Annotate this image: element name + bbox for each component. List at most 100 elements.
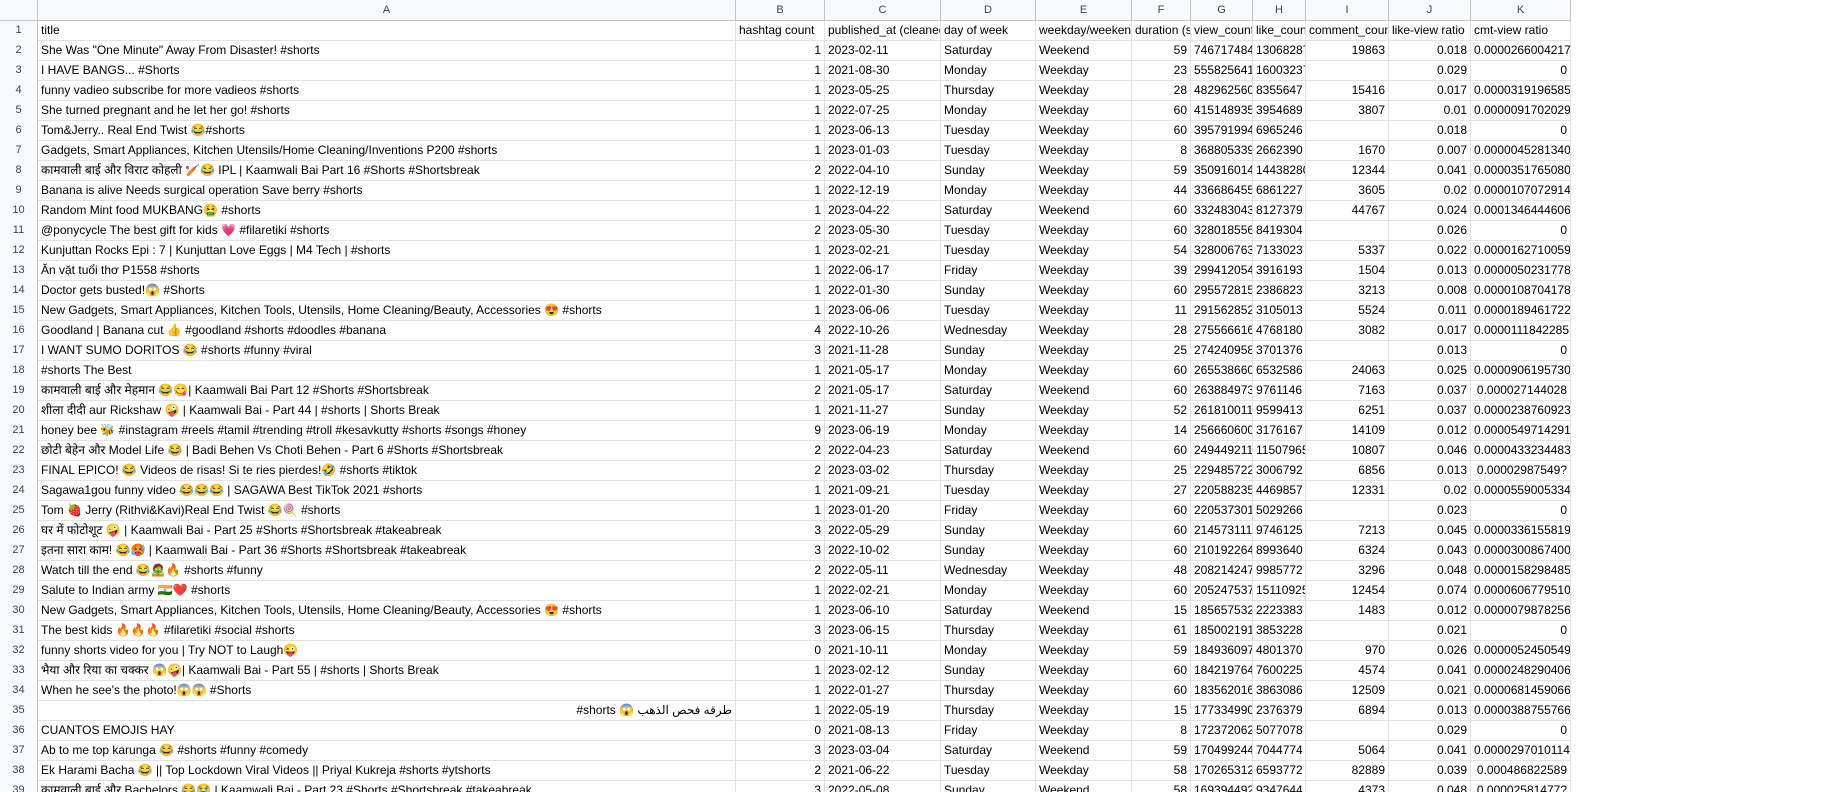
cell[interactable]: छोटी बेहेन और Model Life 😂 | Badi Behen … (38, 441, 736, 460)
cell[interactable]: Sagawa1gou funny video 😂😂😂 | SAGAWA Best… (38, 481, 736, 500)
cell[interactable]: 2376379 (1253, 701, 1306, 720)
column-header-k[interactable]: K (1471, 0, 1571, 20)
cell[interactable]: 24063 (1306, 361, 1389, 380)
cell[interactable]: 9761146 (1253, 381, 1306, 400)
cell[interactable]: 0.0000559005334? (1471, 481, 1571, 500)
cell[interactable]: Ek Harami Bacha 😂 || Top Lockdown Viral … (38, 761, 736, 780)
column-header-a[interactable]: A (38, 0, 736, 20)
cell[interactable]: 395791994 (1191, 121, 1253, 140)
column-header-i[interactable]: I (1306, 0, 1389, 20)
cell[interactable]: 0.01 (1389, 101, 1471, 120)
cell[interactable]: 15 (1132, 601, 1191, 620)
cell[interactable]: Weekday (1036, 521, 1132, 540)
cell[interactable]: 2021-10-11 (825, 641, 941, 660)
cell[interactable]: 3916193 (1253, 261, 1306, 280)
cell[interactable]: 12331 (1306, 481, 1389, 500)
cell[interactable]: 0 (1471, 721, 1571, 740)
cell[interactable]: 1 (736, 401, 825, 420)
cell[interactable]: 1 (736, 61, 825, 80)
cell[interactable]: 169394492 (1191, 781, 1253, 792)
cell[interactable]: 0 (1471, 121, 1571, 140)
cell[interactable]: 0.022 (1389, 241, 1471, 260)
cell[interactable]: Weekday (1036, 721, 1132, 740)
cell[interactable]: 220588235 (1191, 481, 1253, 500)
row-number[interactable]: 15 (0, 301, 38, 321)
cell[interactable]: Weekday (1036, 241, 1132, 260)
cell[interactable]: 2021-05-17 (825, 381, 941, 400)
row-number[interactable]: 1 (0, 21, 38, 41)
cell[interactable]: Tuesday (941, 141, 1036, 160)
cell[interactable]: 0 (1471, 621, 1571, 640)
header-cell[interactable]: view_count (1191, 21, 1253, 40)
cell[interactable] (1306, 341, 1389, 360)
cell[interactable]: 0.037 (1389, 401, 1471, 420)
cell[interactable]: 4469857 (1253, 481, 1306, 500)
cell[interactable]: Sunday (941, 161, 1036, 180)
header-cell[interactable]: comment_count (1306, 21, 1389, 40)
cell[interactable]: 1 (736, 181, 825, 200)
cell[interactable]: Monday (941, 581, 1036, 600)
cell[interactable]: 59 (1132, 741, 1191, 760)
cell[interactable]: 1 (736, 681, 825, 700)
cell[interactable]: 0.012 (1389, 421, 1471, 440)
cell[interactable]: Weekend (1036, 781, 1132, 792)
cell[interactable]: Saturday (941, 741, 1036, 760)
cell[interactable]: 60 (1132, 441, 1191, 460)
cell[interactable]: 328018556 (1191, 221, 1253, 240)
cell[interactable]: #shorts The Best (38, 361, 736, 380)
cell[interactable]: Weekday (1036, 561, 1132, 580)
cell[interactable]: 9599413 (1253, 401, 1306, 420)
cell[interactable]: 0.0000158298485? (1471, 561, 1571, 580)
cell[interactable]: घर में फोटोशूट 🤪 | Kaamwali Bai - Part 2… (38, 521, 736, 540)
row-number[interactable]: 23 (0, 461, 38, 481)
cell[interactable]: Friday (941, 261, 1036, 280)
cell[interactable]: 60 (1132, 681, 1191, 700)
cell[interactable]: 0.00002970101146 (1471, 741, 1571, 760)
cell[interactable]: 0.037 (1389, 381, 1471, 400)
cell[interactable]: Weekend (1036, 201, 1132, 220)
cell[interactable]: 2023-01-03 (825, 141, 941, 160)
cell[interactable]: 14 (1132, 421, 1191, 440)
cell[interactable]: 0.02 (1389, 481, 1471, 500)
row-number[interactable]: 9 (0, 181, 38, 201)
row-number[interactable]: 33 (0, 661, 38, 681)
cell[interactable]: funny vadieo subscribe for more vadieos … (38, 81, 736, 100)
row-number[interactable]: 18 (0, 361, 38, 381)
cell[interactable]: honey bee 🐝 #instagram #reels #tamil #tr… (38, 421, 736, 440)
cell[interactable]: 2023-06-15 (825, 621, 941, 640)
cell[interactable]: 214573111 (1191, 521, 1253, 540)
cell[interactable]: 1 (736, 101, 825, 120)
cell[interactable]: 0.021 (1389, 621, 1471, 640)
cell[interactable]: Weekday (1036, 261, 1132, 280)
cell[interactable]: 332483043 (1191, 201, 1253, 220)
cell[interactable]: 3105013 (1253, 301, 1306, 320)
cell[interactable]: 28 (1132, 81, 1191, 100)
cell[interactable]: 1 (736, 581, 825, 600)
cell[interactable]: 82889 (1306, 761, 1389, 780)
cell[interactable]: Sunday (941, 521, 1036, 540)
row-number[interactable]: 22 (0, 441, 38, 461)
cell[interactable]: 7133023 (1253, 241, 1306, 260)
cell[interactable]: 3 (736, 541, 825, 560)
cell[interactable]: Salute to Indian army 🇮🇳❤️ #shorts (38, 581, 736, 600)
cell[interactable]: 6856 (1306, 461, 1389, 480)
cell[interactable]: 482962560 (1191, 81, 1253, 100)
cell[interactable]: 14438280 (1253, 161, 1306, 180)
cell[interactable]: Monday (941, 101, 1036, 120)
cell[interactable]: 6593772 (1253, 761, 1306, 780)
cell[interactable]: 27 (1132, 481, 1191, 500)
cell[interactable]: 2 (736, 561, 825, 580)
cell[interactable]: Saturday (941, 41, 1036, 60)
cell[interactable]: 5064 (1306, 741, 1389, 760)
cell[interactable]: 44767 (1306, 201, 1389, 220)
cell[interactable]: 8993640 (1253, 541, 1306, 560)
cell[interactable]: 185002191 (1191, 621, 1253, 640)
cell[interactable]: 0 (736, 721, 825, 740)
cell[interactable]: 0.00009061957306 (1471, 361, 1571, 380)
cell[interactable]: Weekend (1036, 741, 1132, 760)
cell[interactable]: Weekday (1036, 81, 1132, 100)
row-number[interactable]: 30 (0, 601, 38, 621)
cell[interactable]: 0.013 (1389, 261, 1471, 280)
cell[interactable]: 0.00003361558196 (1471, 521, 1571, 540)
cell[interactable]: New Gadgets, Smart Appliances, Kitchen T… (38, 301, 736, 320)
